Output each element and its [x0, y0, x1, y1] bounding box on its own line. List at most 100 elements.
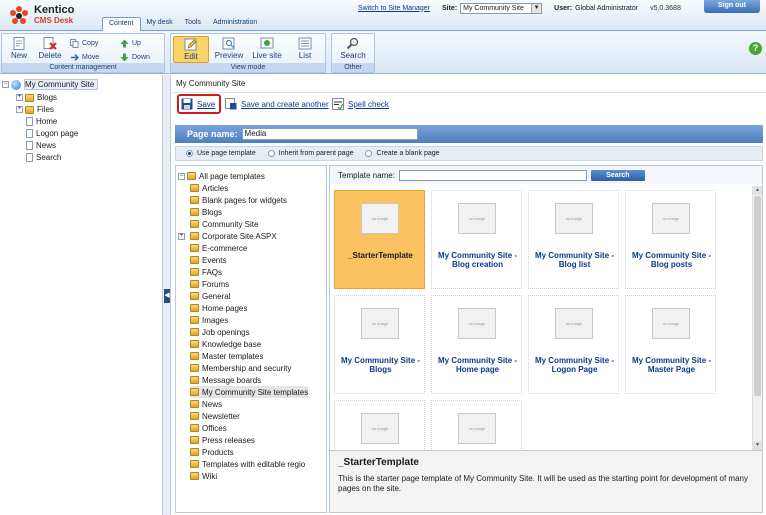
spell-check-label: Spell check	[348, 99, 389, 109]
expand-icon[interactable]: +	[178, 232, 185, 240]
help-icon[interactable]: ?	[749, 42, 762, 55]
category-item[interactable]: + Corporate Site ASPX	[178, 230, 277, 242]
category-label: Events	[202, 255, 227, 265]
tree-item-blogs[interactable]: + Blogs	[16, 92, 57, 103]
save-and-create-another-button[interactable]: Save and create another	[225, 96, 329, 112]
save-button[interactable]: Save	[181, 96, 215, 112]
search-button[interactable]: Search	[335, 36, 371, 63]
page-name-input[interactable]: Media	[241, 128, 418, 140]
kentico-logo[interactable]: Kentico CMS Desk	[8, 3, 98, 27]
version-label: v5.0.3688	[650, 4, 681, 12]
category-label: Message boards	[202, 375, 262, 385]
category-label: Membership and security	[202, 363, 292, 373]
template-search-button[interactable]: Search	[590, 169, 645, 181]
tree-item-news[interactable]: News	[26, 140, 56, 151]
template-tile[interactable]: no image My Community Site - Blog creatio…	[431, 190, 522, 289]
template-tile[interactable]: no image My Community Site - Blog list	[528, 190, 619, 289]
category-item[interactable]: Message boards	[190, 374, 261, 386]
expand-icon[interactable]: +	[16, 94, 23, 101]
template-tile[interactable]: no image _StarterTemplate	[334, 190, 425, 289]
site-selector[interactable]: My Community Site ▼	[460, 2, 543, 14]
category-item[interactable]: Blank pages for widgets	[190, 194, 287, 206]
chevron-down-icon[interactable]: ▼	[531, 3, 542, 13]
template-tile[interactable]: no image My Community Site - Blogs	[334, 295, 425, 394]
category-item[interactable]: Master templates	[190, 350, 263, 362]
template-grid-scrollbar[interactable]: ▲ ▼	[752, 186, 762, 450]
category-item[interactable]: Community Site	[190, 218, 258, 230]
category-item[interactable]: Home pages	[190, 302, 247, 314]
template-tile[interactable]: no image My Community Site - Home page	[431, 295, 522, 394]
collapse-icon[interactable]: −	[2, 81, 9, 88]
category-item[interactable]: Images	[190, 314, 228, 326]
tree-item-files[interactable]: + Files	[16, 104, 54, 115]
preview-mode-button[interactable]: Preview	[211, 36, 247, 63]
category-item[interactable]: Blogs	[190, 206, 222, 218]
category-item[interactable]: Events	[190, 254, 226, 266]
tree-item-search[interactable]: Search	[26, 152, 61, 163]
radio-use-page-template[interactable]: Use page template	[186, 150, 256, 157]
template-thumbnail: no image	[458, 203, 496, 234]
tree-root[interactable]: − My Community Site	[2, 79, 99, 90]
pane-splitter[interactable]: ◀	[163, 75, 171, 515]
arrow-down-icon	[120, 53, 129, 62]
category-item[interactable]: E-commerce	[190, 242, 247, 254]
category-item[interactable]: My Community Site templates	[190, 386, 309, 398]
template-tile[interactable]: no image My Community Site - Blog posts	[625, 190, 716, 289]
template-name-input[interactable]	[398, 169, 587, 181]
expand-icon[interactable]: +	[16, 106, 23, 113]
category-label: Blank pages for widgets	[202, 195, 287, 205]
category-item[interactable]: News	[190, 398, 222, 410]
category-item[interactable]: Products	[190, 446, 234, 458]
tab-tools[interactable]: Tools	[179, 17, 207, 31]
category-item[interactable]: Membership and security	[190, 362, 291, 374]
spell-check-button[interactable]: Spell check	[332, 96, 389, 112]
scroll-up-icon[interactable]: ▲	[753, 186, 762, 195]
category-item[interactable]: Knowledge base	[190, 338, 261, 350]
category-item[interactable]: Press releases	[190, 434, 255, 446]
switch-to-site-manager-link[interactable]: Switch to Site Manager	[358, 5, 430, 12]
category-item[interactable]: Templates with editable regio	[190, 458, 305, 470]
edit-icon	[184, 38, 197, 51]
category-item[interactable]: General	[190, 290, 230, 302]
template-thumbnail: no image	[361, 203, 399, 234]
tab-administration[interactable]: Administration	[207, 17, 263, 31]
template-tile[interactable]: no image My Community Site - Logon Page	[528, 295, 619, 394]
category-item[interactable]: Offices	[190, 422, 227, 434]
move-button[interactable]: Move	[70, 52, 99, 63]
tree-item-label: Search	[36, 153, 62, 162]
edit-mode-button[interactable]: Edit	[173, 36, 209, 63]
copy-button[interactable]: Copy	[70, 38, 98, 49]
scroll-thumb[interactable]	[754, 196, 761, 396]
tree-item-logon-page[interactable]: Logon page	[26, 128, 78, 139]
view-mode-caption: View mode	[171, 63, 325, 72]
category-item[interactable]: Wiki	[190, 470, 217, 482]
template-tile[interactable]: no image	[334, 400, 425, 450]
up-button[interactable]: Up	[120, 38, 141, 49]
tree-item-home[interactable]: Home	[26, 116, 57, 127]
collapse-icon[interactable]: −	[178, 172, 185, 180]
down-button[interactable]: Down	[120, 52, 150, 63]
template-description-text: This is the starter page template of My …	[338, 474, 748, 493]
radio-inherit-from-parent[interactable]: Inherit from parent page	[267, 150, 353, 157]
radio-dot-icon	[365, 150, 373, 157]
delete-button[interactable]: Delete	[34, 36, 66, 63]
category-item[interactable]: Forums	[190, 278, 229, 290]
category-label: Forums	[202, 279, 230, 289]
category-root[interactable]: − All page templates	[178, 170, 265, 182]
category-item[interactable]: Articles	[190, 182, 228, 194]
template-tile[interactable]: no image	[431, 400, 522, 450]
new-button[interactable]: New	[4, 36, 34, 63]
live-site-button[interactable]: Live site	[249, 36, 285, 63]
sign-out-button[interactable]: Sign out	[704, 0, 760, 13]
collapse-pane-icon[interactable]: ◀	[164, 289, 170, 303]
category-item[interactable]: Newsletter	[190, 410, 240, 422]
edit-label: Edit	[184, 52, 198, 61]
category-item[interactable]: Job openings	[190, 326, 250, 338]
tab-my-desk[interactable]: My desk	[141, 17, 179, 31]
radio-create-blank-page[interactable]: Create a blank page	[365, 150, 440, 157]
list-mode-button[interactable]: List	[287, 36, 323, 63]
template-tile[interactable]: no image My Community Site - Master Page	[625, 295, 716, 394]
category-item[interactable]: FAQs	[190, 266, 222, 278]
tab-content[interactable]: Content	[102, 17, 141, 31]
scroll-down-icon[interactable]: ▼	[753, 441, 762, 450]
